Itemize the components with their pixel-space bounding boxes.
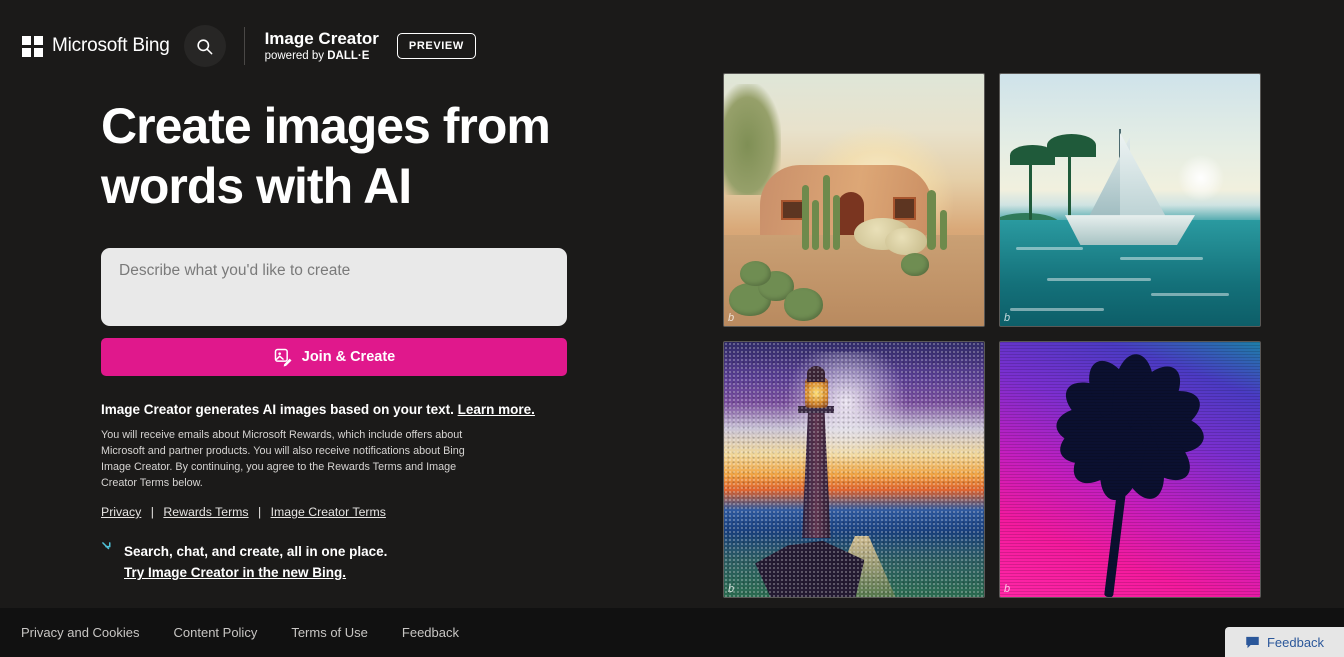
- image-watermark: b: [1004, 312, 1010, 324]
- footer-link-feedback[interactable]: Feedback: [402, 625, 459, 640]
- promo-text: Search, chat, and create, all in one pla…: [124, 541, 387, 583]
- prompt-placeholder: Describe what you'd like to create: [119, 262, 350, 279]
- cactus-6: [940, 210, 947, 250]
- cactus-2: [812, 200, 819, 250]
- feedback-tab-button[interactable]: Feedback: [1225, 627, 1344, 657]
- gallery-tile-synthwave-palm[interactable]: b: [999, 341, 1261, 598]
- gallery-tile-desert-adobe-house[interactable]: b: [723, 73, 985, 327]
- join-and-create-label: Join & Create: [302, 349, 395, 365]
- wave-3: [1047, 278, 1151, 281]
- sparkle-icon: [101, 541, 116, 556]
- prickly-pear-5: [901, 253, 930, 276]
- product-subtitle: powered by DALL·E: [265, 49, 379, 64]
- product-title: Image Creator: [265, 29, 379, 49]
- palm-trunk-1: [1029, 160, 1032, 220]
- gallery-tile-lighthouse-sunset[interactable]: b: [723, 341, 985, 598]
- link-separator-1: |: [151, 505, 154, 519]
- search-icon: [195, 37, 214, 56]
- desert-bush-2: [885, 228, 927, 256]
- create-image-icon: [273, 347, 293, 367]
- prickly-pear-3: [784, 288, 823, 321]
- gallery-tile-sailboat-ocean[interactable]: b: [999, 73, 1261, 327]
- house-window-right: [893, 197, 916, 220]
- boat-hull: [1065, 215, 1195, 245]
- wave-4: [1151, 293, 1229, 296]
- image-watermark: b: [728, 312, 734, 324]
- footer-link-privacy-and-cookies[interactable]: Privacy and Cookies: [21, 625, 140, 640]
- brand-label: Microsoft Bing: [52, 35, 170, 57]
- cactus-4: [833, 195, 840, 250]
- privacy-link[interactable]: Privacy: [101, 505, 141, 519]
- join-and-create-button[interactable]: Join & Create: [101, 338, 567, 376]
- legal-headline-text: Image Creator generates AI images based …: [101, 402, 454, 417]
- header-divider: [244, 27, 245, 65]
- wave-1: [1016, 247, 1084, 250]
- preview-badge: PREVIEW: [397, 33, 476, 59]
- try-new-bing-link[interactable]: Try Image Creator in the new Bing.: [124, 562, 387, 583]
- pointillist-texture: [724, 342, 984, 597]
- legal-body-text: You will receive emails about Microsoft …: [101, 427, 486, 491]
- scanline-overlay: [1000, 342, 1260, 597]
- footer-link-content-policy[interactable]: Content Policy: [174, 625, 258, 640]
- new-bing-promo: Search, chat, and create, all in one pla…: [101, 541, 581, 583]
- promo-line-1: Search, chat, and create, all in one pla…: [124, 544, 387, 559]
- palm-crown-2: [1047, 134, 1096, 157]
- product-identity: Image Creator powered by DALL·E: [265, 29, 379, 64]
- wave-5: [1010, 308, 1104, 311]
- image-watermark: b: [1004, 583, 1010, 595]
- microsoft-grid-icon: [22, 36, 43, 57]
- hero-panel: Create images from words with AI Describ…: [101, 96, 581, 583]
- boat-sail-right: [1120, 132, 1167, 218]
- link-separator-2: |: [258, 505, 261, 519]
- sample-image-gallery: b b b: [723, 73, 1261, 598]
- cactus-5: [927, 190, 936, 250]
- prompt-input[interactable]: Describe what you'd like to create: [101, 248, 567, 326]
- image-creator-terms-link[interactable]: Image Creator Terms: [271, 505, 386, 519]
- page-footer: Privacy and Cookies Content Policy Terms…: [0, 608, 1344, 657]
- page-title: Create images from words with AI: [101, 96, 571, 216]
- image-watermark: b: [728, 583, 734, 595]
- legal-headline: Image Creator generates AI images based …: [101, 402, 581, 417]
- rewards-terms-link[interactable]: Rewards Terms: [163, 505, 248, 519]
- legal-links: Privacy | Rewards Terms | Image Creator …: [101, 505, 581, 519]
- feedback-tab-label: Feedback: [1267, 635, 1324, 650]
- cactus-3: [823, 175, 830, 251]
- learn-more-link[interactable]: Learn more.: [458, 402, 535, 417]
- prickly-pear-4: [740, 261, 771, 286]
- palm-trunk-2: [1068, 152, 1071, 218]
- search-button[interactable]: [184, 25, 226, 67]
- cactus-1: [802, 185, 809, 251]
- speech-bubble-icon: [1245, 636, 1260, 649]
- bing-home-link[interactable]: Microsoft Bing: [22, 35, 170, 57]
- ocean-sun: [1178, 155, 1224, 201]
- footer-link-terms-of-use[interactable]: Terms of Use: [291, 625, 368, 640]
